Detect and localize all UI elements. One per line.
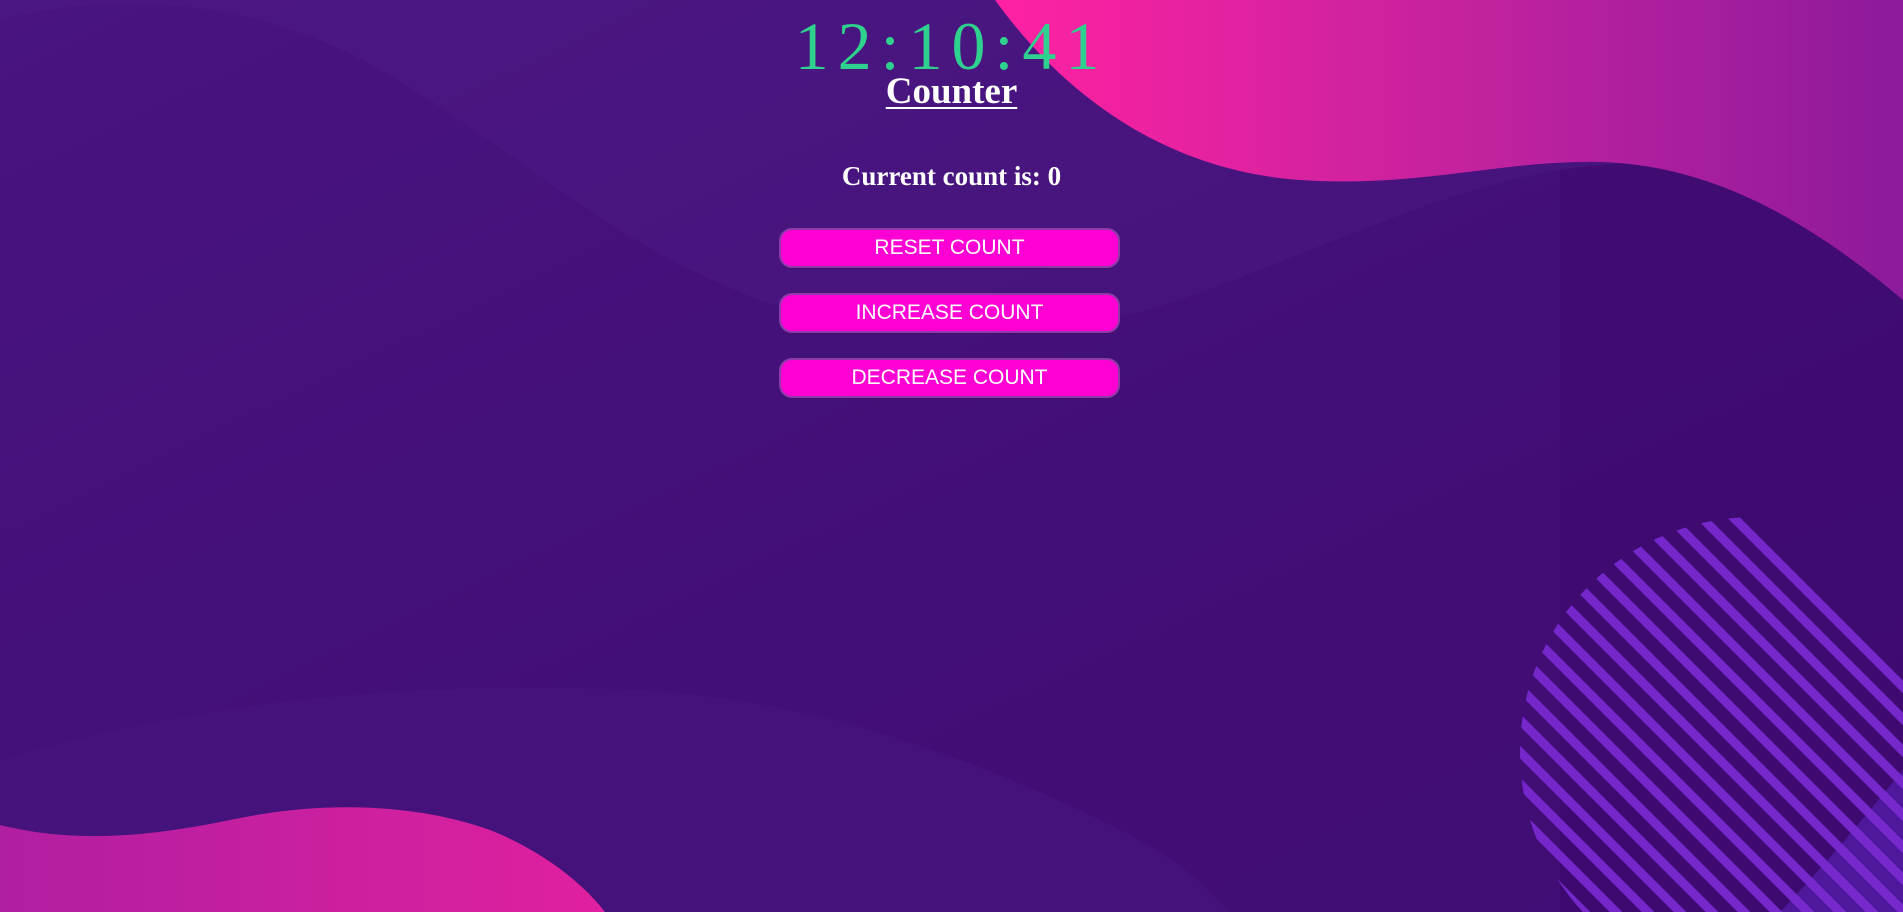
reset-count-button[interactable]: RESET COUNT [779,228,1120,268]
current-count-text: Current count is: 0 [841,161,1062,191]
counter-app: 12:10:41 Counter Current count is: 0 RES… [0,0,1903,912]
decrease-count-button[interactable]: DECREASE COUNT [779,358,1120,398]
page-title: Counter [885,71,1018,112]
increase-count-button[interactable]: INCREASE COUNT [779,293,1120,333]
